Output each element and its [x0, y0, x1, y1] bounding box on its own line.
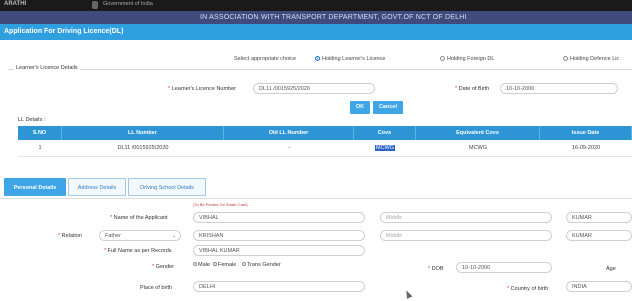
radio-unselected-icon [440, 56, 445, 61]
smart-card-note: (To Be Printed On Smart Card) [193, 202, 248, 207]
dob-label: * Date of Birth [455, 86, 490, 92]
radio-label: Holding Defence Lic [570, 56, 620, 62]
country-of-birth-label: * Country of birth [507, 286, 549, 292]
dob-input[interactable]: 10-10-2000 [500, 83, 618, 94]
table-row[interactable]: 1 DL11 /0015925/2020 - MCWG MCWG 16-09-2… [18, 140, 632, 157]
cell-ll-number: DL11 /0015925/2020 [117, 145, 169, 151]
cell-equivalent-covs: MCWG [468, 145, 488, 151]
full-name-label: * Full Name as per Records [104, 248, 172, 254]
header-issue-date: Issue Date [540, 126, 632, 140]
radio-label: Holding Foreign DL [447, 56, 495, 62]
radio-icon [242, 262, 246, 266]
details-tabs: Personal Details Address Details Driving… [0, 173, 632, 199]
header-ll-number: LL Number [62, 126, 224, 140]
place-of-birth-input[interactable]: DELHI [193, 281, 365, 292]
chevron-down-icon: ⌄ [171, 233, 176, 239]
age-label: Age [606, 266, 616, 272]
cell-issue-date: 16-09-2020 [571, 145, 601, 151]
radio-icon [193, 262, 197, 266]
relation-first-name-input[interactable]: KRISHAN [193, 230, 365, 241]
table-header-row: S.NO LL Number Old LL Number Covs Equiva… [18, 126, 632, 140]
header-covs: Covs [354, 126, 416, 140]
application-title: Application For Driving Licence(DL) [4, 28, 124, 35]
relation-select-value: Father [105, 233, 121, 239]
tab-personal-details[interactable]: Personal Details [4, 178, 66, 196]
middle-name-input[interactable]: Middle [380, 212, 552, 223]
site-name: ARATHI [4, 1, 27, 7]
header-old-ll-number: Old LL Number [224, 126, 354, 140]
radio-holding-foreign-dl[interactable]: Holding Foreign DL [440, 56, 494, 62]
top-header-bar: ARATHI Government of India [0, 0, 632, 11]
radio-icon [213, 262, 217, 266]
gender-radio-female[interactable]: Female [213, 262, 236, 268]
tab-address-details[interactable]: Address Details [68, 178, 126, 196]
gender-label: * Gender [152, 264, 175, 270]
relation-label: * Relation [58, 233, 82, 239]
application-title-bar: Application For Driving Licence(DL) [0, 24, 632, 40]
place-of-birth-label: Place of birth [140, 285, 173, 291]
last-name-input[interactable]: KUMAR [566, 212, 632, 223]
government-label: Government of India [103, 1, 153, 7]
header-equivalent-covs: Equivalent Covs [416, 126, 540, 140]
radio-unselected-icon [563, 56, 568, 61]
association-banner: IN ASSOCIATION WITH TRANSPORT DEPARTMENT… [0, 11, 632, 24]
radio-holding-learners-licence[interactable]: Holding Learner's Licence [315, 56, 385, 62]
cell-sno: 1 [38, 145, 42, 151]
association-text: IN ASSOCIATION WITH TRANSPORT DEPARTMENT… [200, 14, 467, 21]
radio-holding-defence-licence[interactable]: Holding Defence Lic [563, 56, 619, 62]
ll-details-caption: LL Details : [18, 117, 46, 123]
ll-details-table: S.NO LL Number Old LL Number Covs Equiva… [18, 126, 632, 157]
learner-details-legend: Learner's Licence Details [14, 65, 80, 71]
personal-dob-input[interactable]: 10-10-2000 [456, 262, 552, 273]
country-of-birth-select[interactable]: INDIA [566, 281, 632, 292]
choice-label: Select appropriate choice [234, 56, 297, 62]
gender-radio-trans-gender[interactable]: Trans Gender [242, 262, 281, 268]
cancel-button[interactable]: Cancel [373, 101, 403, 114]
header-sno: S.NO [18, 126, 62, 140]
gender-radio-male[interactable]: Male [193, 262, 210, 268]
radio-selected-icon [315, 56, 320, 61]
emblem-icon [92, 1, 98, 9]
ll-number-label: * Learner's Licence Number [168, 86, 237, 92]
ok-button[interactable]: OK [350, 101, 370, 114]
personal-dob-label: * DOB [428, 266, 444, 272]
covs-highlight: MCWG [374, 145, 396, 151]
full-name-input[interactable]: VIBHAL KUMAR [193, 245, 365, 256]
learner-details-border [8, 69, 632, 70]
relation-last-name-input[interactable]: KUMAR [566, 230, 632, 241]
mouse-cursor-icon [403, 289, 413, 299]
cell-covs: MCWG [354, 140, 416, 156]
ll-number-input[interactable]: DL11 /0015925/2020 [253, 83, 375, 94]
radio-label: Holding Learner's Licence [322, 56, 386, 62]
applicant-name-label: * Name of the Applicant [110, 215, 168, 221]
cell-old-ll-number: - [288, 145, 290, 151]
first-name-input[interactable]: VIBHAL [193, 212, 365, 223]
relation-middle-name-input[interactable]: Middle [380, 230, 552, 241]
tab-driving-school-details[interactable]: Driving School Details [128, 178, 206, 196]
relation-select[interactable]: Father ⌄ [99, 230, 181, 241]
